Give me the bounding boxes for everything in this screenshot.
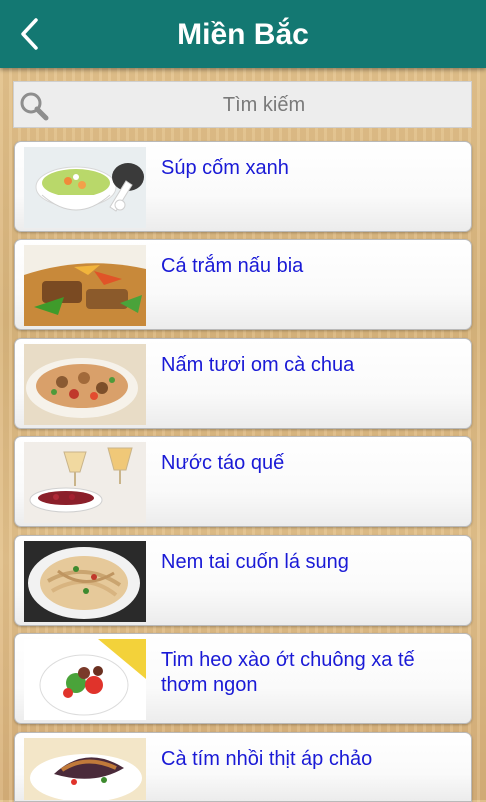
recipe-name: Cà tím nhồi thịt áp chảo: [161, 748, 373, 770]
recipe-name: Cá trắm nấu bia: [161, 255, 304, 277]
list-item[interactable]: Tim heo xào ớt chuông xa tế thơm ngon: [14, 633, 472, 724]
recipe-name: Nem tai cuốn lá sung: [161, 551, 349, 573]
recipe-name: Súp cốm xanh: [161, 157, 289, 179]
list-item[interactable]: Nước táo quế: [14, 436, 472, 527]
recipe-image: [24, 147, 146, 228]
recipe-image: [24, 245, 146, 326]
recipe-image: [24, 541, 146, 622]
list-item[interactable]: Cá trắm nấu bia: [14, 239, 472, 330]
recipe-name: Nấm tươi om cà chua: [161, 354, 355, 376]
list-item[interactable]: Súp cốm xanh: [14, 141, 472, 232]
list-item[interactable]: Cà tím nhồi thịt áp chảo: [14, 732, 472, 802]
recipe-image: [24, 639, 146, 720]
search-input[interactable]: [62, 82, 466, 129]
recipe-image: [24, 344, 146, 425]
recipe-image: [24, 738, 146, 800]
list-item[interactable]: Nấm tươi om cà chua: [14, 338, 472, 429]
app-bar: Miền Bắc: [0, 0, 486, 68]
list-item[interactable]: Nem tai cuốn lá sung: [14, 535, 472, 626]
search-bar[interactable]: [13, 81, 472, 129]
recipe-image: [24, 442, 146, 523]
recipe-name: Tim heo xào ớt chuông xa tế thơm ngon: [161, 649, 415, 696]
search-icon: [20, 92, 49, 121]
page-title: Miền Bắc: [177, 18, 309, 51]
recipe-name: Nước táo quế: [161, 452, 285, 474]
